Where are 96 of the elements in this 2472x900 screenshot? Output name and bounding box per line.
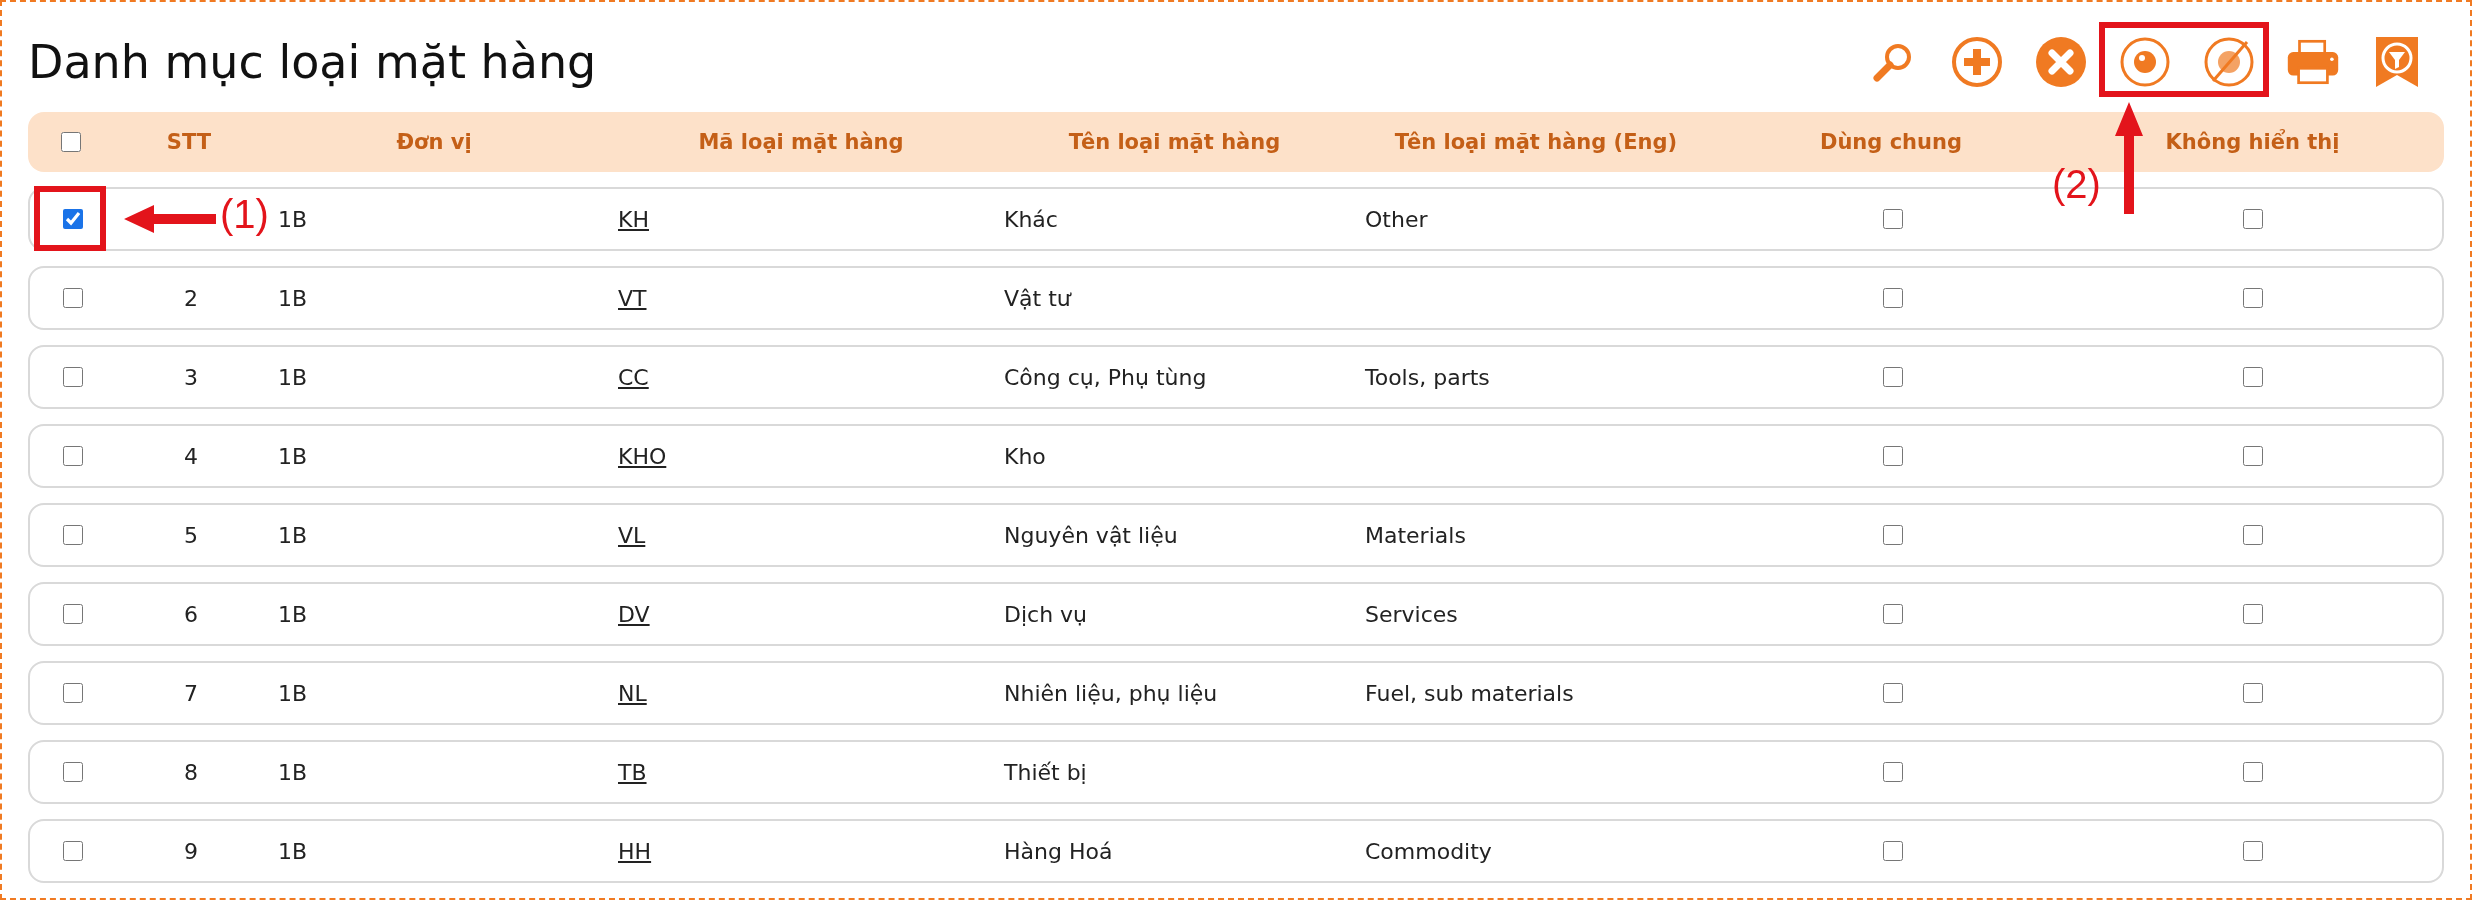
table-cell-text: 1B <box>277 364 309 390</box>
shared-checkbox[interactable] <box>1883 683 1903 703</box>
table-cell-text: Khác <box>1003 206 1059 232</box>
row-checkbox[interactable] <box>63 683 83 703</box>
eye-icon <box>2119 36 2171 88</box>
table-cell-text: 1B <box>277 838 309 864</box>
table-row[interactable]: 4 1B KHO Kho <box>28 424 2444 488</box>
hidden-checkbox[interactable] <box>2242 762 2263 782</box>
hidden-checkbox[interactable] <box>2242 367 2263 387</box>
shared-checkbox[interactable] <box>1883 604 1903 624</box>
table-cell-text: 1B <box>277 443 309 469</box>
shared-checkbox[interactable] <box>1883 446 1903 466</box>
table-cell-text: Tools, parts <box>1364 364 1491 390</box>
close-circle-icon <box>2035 36 2087 88</box>
row-checkbox[interactable] <box>63 604 83 624</box>
code-link[interactable]: NL <box>606 680 647 706</box>
table-row[interactable]: 5 1B VL Nguyên vật liệu Materials <box>28 503 2444 567</box>
annotation-label: (1) <box>220 192 269 237</box>
table-cell-text: Other <box>1364 206 1429 232</box>
column-header: Tên loại mặt hàng <box>1067 130 1282 154</box>
shared-checkbox[interactable] <box>1883 288 1903 308</box>
delete-button[interactable] <box>2034 35 2088 89</box>
select-all-checkbox[interactable] <box>61 132 81 152</box>
page-title: Danh mục loại mặt hàng <box>28 35 597 89</box>
table-cell-text: 2 <box>183 285 199 311</box>
plus-circle-icon <box>1951 36 2003 88</box>
table-cell-text: 1B <box>277 285 309 311</box>
column-header: Tên loại mặt hàng (Eng) <box>1393 130 1679 154</box>
column-header: Dùng chung <box>1819 130 1963 154</box>
table-cell-text: 1B <box>277 522 309 548</box>
code-link[interactable]: KH <box>606 206 649 232</box>
highlight-frame <box>34 186 106 251</box>
column-header: STT <box>165 130 213 154</box>
table-row[interactable]: 9 1B HH Hàng Hoá Commodity <box>28 819 2444 883</box>
hidden-checkbox[interactable] <box>2242 209 2263 229</box>
table-cell-text: Hàng Hoá <box>1003 838 1114 864</box>
hidden-checkbox[interactable] <box>2242 525 2263 545</box>
code-link[interactable]: VT <box>606 285 647 311</box>
code-link[interactable]: VL <box>606 522 646 548</box>
table-row[interactable]: 3 1B CC Công cụ, Phụ tùng Tools, parts <box>28 345 2444 409</box>
shared-checkbox[interactable] <box>1883 209 1903 229</box>
hidden-checkbox[interactable] <box>2242 841 2263 861</box>
hidden-checkbox[interactable] <box>2242 288 2263 308</box>
table-cell-text: 3 <box>183 364 199 390</box>
table-cell-text: Commodity <box>1364 838 1493 864</box>
column-header: Đơn vị <box>395 130 473 154</box>
column-header: Không hiển thị <box>2164 130 2341 154</box>
hide-button[interactable] <box>2202 35 2256 89</box>
table-cell-text: Kho <box>1003 443 1047 469</box>
table-cell-text: Công cụ, Phụ tùng <box>1003 364 1208 390</box>
table-cell-text: 1B <box>277 680 309 706</box>
code-link[interactable]: TB <box>606 759 647 785</box>
table-cell-text: Fuel, sub materials <box>1364 680 1575 706</box>
shared-checkbox[interactable] <box>1883 762 1903 782</box>
table-row[interactable]: 7 1B NL Nhiên liệu, phụ liệu Fuel, sub materials <box>28 661 2444 725</box>
table-cell-text: 1B <box>277 759 309 785</box>
row-checkbox[interactable] <box>63 288 83 308</box>
table-cell-text: Nhiên liệu, phụ liệu <box>1003 680 1219 706</box>
hidden-checkbox[interactable] <box>2242 683 2263 703</box>
hidden-checkbox[interactable] <box>2242 604 2263 624</box>
row-checkbox[interactable] <box>63 367 83 387</box>
column-header: Mã loại mặt hàng <box>697 130 905 154</box>
table-cell-text: 5 <box>183 522 199 548</box>
add-button[interactable] <box>1950 35 2004 89</box>
code-link[interactable]: CC <box>606 364 649 390</box>
row-checkbox[interactable] <box>63 446 83 466</box>
table-cell-text: 7 <box>183 680 199 706</box>
filter-icon <box>2374 35 2420 89</box>
table-cell-text: 1B <box>277 601 309 627</box>
table-cell-text: 6 <box>183 601 199 627</box>
code-link[interactable]: KHO <box>606 443 667 469</box>
table-row[interactable]: 6 1B DV Dịch vụ Services <box>28 582 2444 646</box>
code-link[interactable]: DV <box>606 601 650 627</box>
table-cell-text: 8 <box>183 759 199 785</box>
table-cell-text: Dịch vụ <box>1003 601 1089 627</box>
row-checkbox[interactable] <box>63 209 83 229</box>
hidden-checkbox[interactable] <box>2242 446 2263 466</box>
shared-checkbox[interactable] <box>1883 367 1903 387</box>
table-cell-text: Thiết bị <box>1003 759 1088 785</box>
table-cell-text: Vật tư <box>1003 285 1073 311</box>
table-cell-text: 4 <box>183 443 199 469</box>
table-row[interactable]: 2 1B VT Vật tư <box>28 266 2444 330</box>
shared-checkbox[interactable] <box>1883 525 1903 545</box>
shared-checkbox[interactable] <box>1883 841 1903 861</box>
show-button[interactable] <box>2118 35 2172 89</box>
table-cell-text: Nguyên vật liệu <box>1003 522 1179 548</box>
table-cell-text: 1B <box>277 206 309 232</box>
row-checkbox[interactable] <box>63 762 83 782</box>
code-link[interactable]: HH <box>606 838 652 864</box>
eye-off-icon <box>2203 36 2255 88</box>
table-row[interactable]: 8 1B TB Thiết bị <box>28 740 2444 804</box>
row-checkbox[interactable] <box>63 525 83 545</box>
table-cell-text: Services <box>1364 601 1459 627</box>
table-cell-text: 9 <box>183 838 199 864</box>
table-cell-text: Materials <box>1364 522 1467 548</box>
row-checkbox[interactable] <box>63 841 83 861</box>
